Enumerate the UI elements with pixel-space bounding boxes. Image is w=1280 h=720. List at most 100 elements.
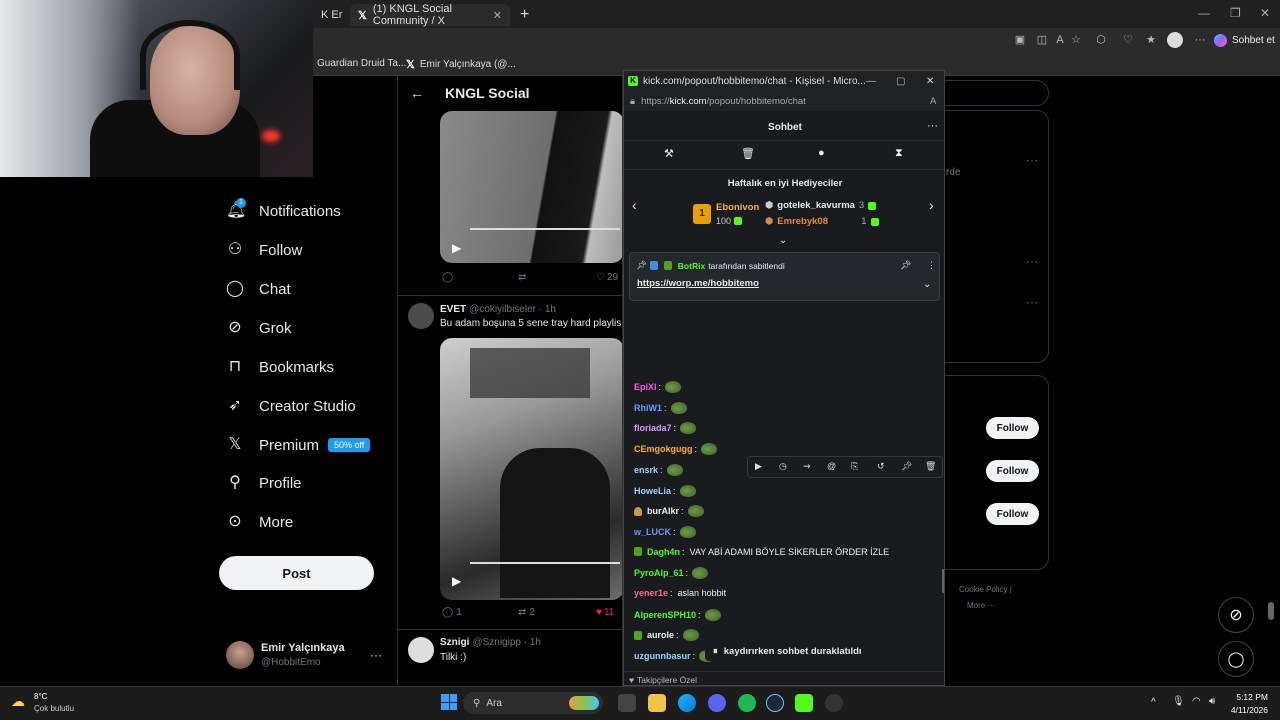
collections-icon[interactable]: ★ bbox=[1144, 33, 1158, 47]
weather-icon[interactable]: ☁ bbox=[11, 693, 25, 710]
pinned-author[interactable]: BotRix bbox=[678, 261, 705, 271]
restore-icon[interactable]: ❐ bbox=[1230, 6, 1241, 20]
nav-premium[interactable]: 𝕏 Premium 50% off bbox=[226, 436, 371, 454]
chat-message[interactable]: floriada7: bbox=[634, 422, 697, 435]
nav-follow[interactable]: ⚇ Follow bbox=[226, 241, 303, 259]
video-thumbnail[interactable]: ▶ bbox=[440, 111, 622, 263]
avatar[interactable] bbox=[408, 637, 434, 663]
pinned-link[interactable]: https://worp.me/hobbitemo bbox=[637, 278, 759, 289]
messages-fab-icon[interactable]: ◯ bbox=[1218, 641, 1254, 677]
nav-bookmarks[interactable]: ⊓ Bookmarks bbox=[226, 358, 334, 376]
more-options-icon[interactable]: ··· bbox=[1026, 295, 1038, 309]
page-scrollbar[interactable] bbox=[1268, 602, 1274, 620]
chat-username[interactable]: ensrk bbox=[634, 465, 658, 475]
nav-grok[interactable]: ⊘ Grok bbox=[226, 319, 291, 337]
chat-message[interactable]: PyroAlp_61: bbox=[634, 567, 709, 580]
more-options-icon[interactable]: ··· bbox=[1026, 153, 1038, 167]
video-progress-bar[interactable] bbox=[470, 562, 620, 564]
pinned-menu-icon[interactable]: ⋮ bbox=[927, 260, 936, 271]
nav-creator-studio[interactable]: ➶ Creator Studio bbox=[226, 397, 355, 415]
read-mode-icon[interactable]: A bbox=[930, 96, 936, 107]
play-icon[interactable]: ▶ bbox=[755, 461, 762, 472]
account-avatar[interactable] bbox=[226, 641, 254, 669]
chat-message[interactable]: AlperenSPH10: bbox=[634, 608, 721, 621]
windows-start-icon[interactable] bbox=[441, 694, 457, 710]
edge-browser-icon[interactable] bbox=[678, 694, 696, 712]
chat-username[interactable]: RhiW1 bbox=[634, 403, 662, 413]
clock-time[interactable]: 5:12 PM bbox=[1230, 692, 1268, 702]
nav-notifications[interactable]: 🔔︎ 1 Notifications bbox=[226, 198, 341, 220]
timeout-clock-icon[interactable]: ◷ bbox=[779, 461, 787, 472]
expand-chevron-icon[interactable]: ⌄ bbox=[923, 279, 931, 290]
chat-message[interactable]: burAlkr: bbox=[634, 505, 704, 518]
mention-icon[interactable]: @ bbox=[827, 461, 836, 471]
tray-chevron-icon[interactable]: ^ bbox=[1151, 697, 1156, 708]
account-menu-icon[interactable]: ··· bbox=[370, 648, 382, 662]
chat-scrollbar[interactable] bbox=[942, 569, 944, 593]
extensions-icon[interactable]: ⬡ bbox=[1094, 33, 1108, 47]
post-button[interactable]: Post bbox=[219, 556, 374, 590]
follow-button[interactable]: Follow bbox=[986, 503, 1039, 525]
volume-icon[interactable]: 🔊︎ bbox=[1209, 696, 1215, 707]
spotify-icon[interactable] bbox=[738, 694, 756, 712]
chat-menu-icon[interactable]: ··· bbox=[927, 120, 938, 132]
reply-icon[interactable]: ◯ bbox=[442, 272, 453, 283]
chat-message[interactable]: ensrk: bbox=[634, 463, 683, 476]
video-progress-bar[interactable] bbox=[470, 228, 620, 230]
delete-icon[interactable]: 🗑︎ bbox=[925, 461, 936, 472]
split-screen-icon[interactable]: ▣ bbox=[1013, 33, 1027, 47]
chat-username[interactable]: uzgunnbasur bbox=[634, 651, 691, 661]
nav-more[interactable]: ⊙ More bbox=[226, 513, 293, 531]
chat-message[interactable]: HoweLia: bbox=[634, 484, 696, 497]
obs-icon[interactable] bbox=[825, 694, 843, 712]
play-icon[interactable]: ▶ bbox=[452, 241, 461, 255]
chat-message[interactable]: yener1e: aslan hobbit bbox=[634, 588, 726, 598]
trash-icon[interactable]: 🗑︎ bbox=[741, 147, 755, 160]
avatar[interactable] bbox=[408, 303, 434, 329]
chat-username[interactable]: w_LUCK bbox=[634, 527, 671, 537]
footer-link-more[interactable]: More ··· bbox=[967, 601, 995, 610]
chat-message[interactable]: uzgunnbasur: bbox=[634, 650, 716, 663]
close-window-icon[interactable]: ✕ bbox=[926, 76, 934, 87]
repost-button[interactable]: ⇄ 2 bbox=[518, 607, 535, 618]
grok-fab-icon[interactable]: ⊘ bbox=[1218, 597, 1254, 633]
task-view-icon[interactable] bbox=[618, 694, 636, 712]
wifi-icon[interactable]: ◠ bbox=[1192, 696, 1201, 707]
chat-message[interactable]: EpiXl: bbox=[634, 381, 682, 393]
video-thumbnail[interactable]: ▶ bbox=[440, 338, 622, 600]
minimize-icon[interactable]: — bbox=[1198, 6, 1210, 20]
back-arrow-icon[interactable]: ← bbox=[410, 85, 424, 101]
gifters-next-icon[interactable]: › bbox=[929, 197, 934, 213]
close-window-icon[interactable]: ✕ bbox=[1260, 6, 1270, 20]
unpin-icon[interactable]: 📌︎ bbox=[900, 260, 911, 271]
chat-username[interactable]: aurole bbox=[647, 630, 674, 640]
chat-username[interactable]: AlperenSPH10 bbox=[634, 610, 696, 620]
chat-username[interactable]: burAlkr bbox=[647, 506, 679, 516]
file-explorer-icon[interactable] bbox=[648, 694, 666, 712]
follow-button[interactable]: Follow bbox=[986, 460, 1039, 482]
chat-message[interactable]: w_LUCK: bbox=[634, 525, 696, 538]
discord-icon[interactable] bbox=[708, 694, 726, 712]
nav-profile[interactable]: ⚲ Profile bbox=[226, 474, 301, 492]
chat-message[interactable]: aurole: bbox=[634, 629, 699, 642]
gifter-second[interactable]: ⬢ gotelek_kavurma 3 bbox=[765, 200, 877, 211]
close-tab-icon[interactable]: ✕ bbox=[493, 9, 502, 22]
like-button[interactable]: ♡ 29 bbox=[596, 272, 618, 283]
copilot-button[interactable]: Sohbet et bbox=[1214, 31, 1275, 49]
chat-username[interactable]: Dagh4n bbox=[647, 547, 680, 557]
favorite-star-icon[interactable]: ☆ bbox=[1069, 33, 1083, 47]
taskbar-search[interactable]: ⚲ Ara bbox=[463, 692, 603, 714]
more-options-icon[interactable]: ··· bbox=[1026, 254, 1038, 268]
chat-message[interactable]: CEmgokgugg: bbox=[634, 443, 718, 456]
chat-username[interactable]: yener1e bbox=[634, 588, 668, 598]
nav-chat[interactable]: ◯ Chat bbox=[226, 280, 291, 298]
chat-paused-notice[interactable]: ⏸︎ kaydırırken sohbet duraklatıldı bbox=[705, 641, 870, 661]
chat-username[interactable]: PyroAlp_61 bbox=[634, 568, 684, 578]
chat-username[interactable]: EpiXl bbox=[634, 382, 657, 392]
author-name[interactable]: Sznigi bbox=[440, 637, 469, 648]
kick-app-icon[interactable] bbox=[795, 694, 813, 712]
chat-message[interactable]: Dagh4n: VAY ABİ ADAMI BÖYLE SİKERLER ÖRDE… bbox=[634, 547, 889, 557]
gifters-prev-icon[interactable]: ‹ bbox=[632, 197, 637, 213]
weather-temp[interactable]: 8°C bbox=[34, 692, 47, 701]
play-icon[interactable]: ▶ bbox=[452, 574, 461, 588]
